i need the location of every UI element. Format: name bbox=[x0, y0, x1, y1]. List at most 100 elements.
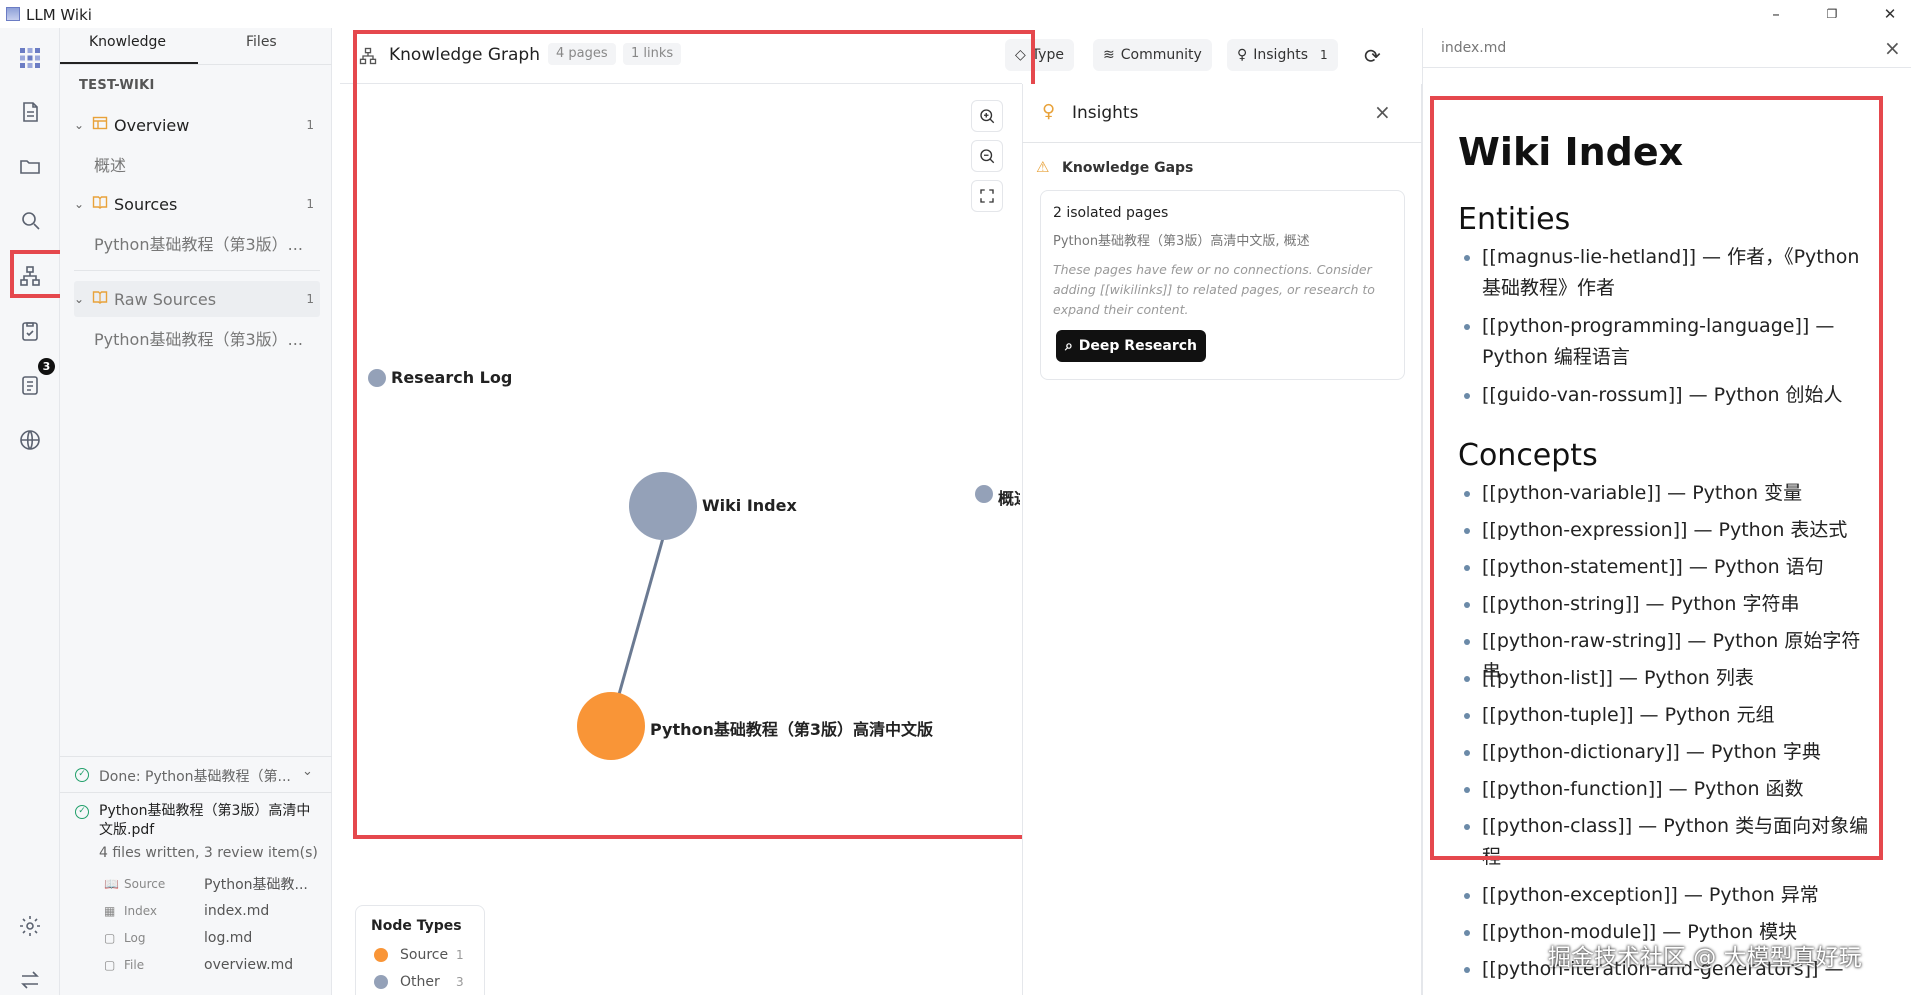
file-value: overview.md bbox=[204, 957, 294, 973]
list-item: [[python-string]] — Python 字符串 bbox=[1464, 589, 1872, 620]
done-check-icon: ✓ bbox=[75, 768, 89, 782]
graph-node-research-log[interactable] bbox=[368, 369, 386, 387]
list-item: [[python-function]] — Python 函数 bbox=[1464, 774, 1872, 805]
file-icon: ▢ bbox=[104, 931, 116, 945]
chevron-down-icon: ⌄ bbox=[74, 197, 85, 211]
folder-icon[interactable] bbox=[12, 148, 48, 184]
processed-file-name: Python基础教程（第3版）高清中文版.pdf bbox=[99, 803, 311, 838]
concepts-heading: Concepts bbox=[1458, 438, 1598, 473]
card-note: These pages have few or no connections. … bbox=[1053, 262, 1375, 317]
status-done-text: Done: Python基础教程（第... bbox=[99, 769, 291, 785]
list-item: [[python-tuple]] — Python 元组 bbox=[1464, 700, 1872, 731]
type-filter-button[interactable]: ◇ Type bbox=[1005, 39, 1074, 71]
file-value: index.md bbox=[204, 903, 270, 919]
tab-knowledge[interactable]: Knowledge bbox=[89, 34, 166, 60]
chevron-down-icon[interactable]: ⌄ bbox=[302, 764, 313, 779]
tree-group-count: 1 bbox=[306, 118, 314, 132]
tree-group-overview[interactable]: ⌄ Overview 1 bbox=[74, 111, 324, 139]
tree-group-count: 1 bbox=[306, 197, 314, 211]
graph-canvas[interactable] bbox=[340, 84, 1022, 995]
close-icon[interactable]: × bbox=[1884, 36, 1901, 60]
graph-title: Knowledge Graph bbox=[389, 45, 540, 65]
app-logo-icon bbox=[6, 7, 20, 21]
node-label-research-log: Research Log bbox=[391, 368, 513, 387]
legend-count-source: 1 bbox=[456, 948, 464, 962]
community-label: Community bbox=[1120, 47, 1202, 63]
list-item: [[python-dictionary]] — Python 字典 bbox=[1464, 737, 1872, 768]
card-pages: Python基础教程（第3版）高清中文版, 概述 bbox=[1053, 234, 1310, 249]
output-file-index[interactable]: ▦ Index index.md bbox=[104, 900, 314, 922]
deep-research-label: Deep Research bbox=[1078, 338, 1198, 354]
legend-label-source: Source bbox=[400, 947, 449, 963]
switch-arrows-icon[interactable] bbox=[12, 962, 48, 995]
list-item: [[python-list]] — Python 列表 bbox=[1464, 663, 1872, 694]
close-window-button[interactable]: ✕ bbox=[1872, 3, 1908, 25]
file-type-label: Index bbox=[124, 904, 158, 918]
graph-edge bbox=[616, 537, 665, 699]
file-type-label: File bbox=[124, 958, 145, 972]
file-type-label: Log bbox=[124, 931, 146, 945]
lightbulb-icon: ♀ bbox=[1237, 47, 1248, 63]
settings-icon[interactable] bbox=[12, 908, 48, 944]
graph-icon[interactable] bbox=[12, 258, 48, 294]
tree-item-source-book[interactable]: Python基础教程（第3版）... bbox=[94, 231, 314, 255]
document-icon[interactable] bbox=[12, 94, 48, 130]
preview-tab-filename[interactable]: index.md bbox=[1441, 40, 1506, 56]
clipboard-check-icon[interactable] bbox=[12, 313, 48, 349]
lightbulb-icon: ♀ bbox=[1042, 101, 1056, 122]
links-count-pill: 1 links bbox=[623, 43, 682, 65]
insights-toggle-button[interactable]: ♀ Insights 1 bbox=[1227, 39, 1338, 71]
tree-group-sources[interactable]: ⌄ Sources 1 bbox=[74, 190, 324, 218]
tree-group-label: Sources bbox=[114, 194, 178, 214]
node-label-overview: 概述 bbox=[998, 489, 1020, 508]
file-done-check-icon: ✓ bbox=[75, 805, 89, 819]
card-title: 2 isolated pages bbox=[1053, 205, 1169, 221]
output-file-log[interactable]: ▢ Log log.md bbox=[104, 927, 314, 949]
list-item: [[python-variable]] — Python 变量 bbox=[1464, 478, 1872, 509]
file-type-label: Source bbox=[124, 877, 166, 891]
refresh-icon[interactable]: ⟳ bbox=[1364, 44, 1381, 68]
graph-icon bbox=[358, 46, 378, 70]
tree-group-count: 1 bbox=[306, 292, 314, 306]
output-file-overview[interactable]: ▢ File overview.md bbox=[104, 954, 314, 976]
legend-swatch-source bbox=[374, 948, 388, 962]
node-label-python-book: Python基础教程（第3版）高清中文版 bbox=[650, 720, 934, 739]
list-item: [[python-expression]] — Python 表达式 bbox=[1464, 515, 1872, 546]
deep-research-button[interactable]: ⌕ Deep Research bbox=[1056, 330, 1206, 362]
list-item: [[python-class]] — Python 类与面向对象编程 bbox=[1464, 811, 1872, 873]
book-icon: 📖 bbox=[104, 877, 119, 891]
tag-icon: ◇ bbox=[1015, 47, 1026, 63]
close-icon[interactable]: × bbox=[1374, 100, 1391, 124]
search-icon[interactable] bbox=[12, 202, 48, 238]
tree-item-overview-page[interactable]: 概述 bbox=[94, 152, 314, 176]
processed-summary: 4 files written, 3 review item(s) bbox=[99, 845, 318, 861]
warning-icon: ⚠ bbox=[1036, 158, 1050, 176]
chevron-down-icon: ⌄ bbox=[74, 118, 85, 132]
book-icon bbox=[92, 289, 114, 309]
legend-label-other: Other bbox=[400, 974, 440, 990]
output-file-source[interactable]: 📖 Source Python基础教... bbox=[104, 873, 314, 895]
wiki-index-heading: Wiki Index bbox=[1458, 130, 1684, 174]
graph-node-overview[interactable] bbox=[975, 485, 993, 503]
layout-icon bbox=[92, 115, 114, 135]
maximize-button[interactable]: ❐ bbox=[1814, 3, 1850, 25]
legend-title: Node Types bbox=[371, 918, 462, 934]
list-item: [[python-exception]] — Python 异常 bbox=[1464, 880, 1872, 911]
file-icon: ▢ bbox=[104, 958, 116, 972]
minimize-button[interactable]: – bbox=[1758, 3, 1794, 25]
legend-swatch-other bbox=[374, 975, 388, 989]
file-value: log.md bbox=[204, 930, 253, 946]
review-count-badge: 3 bbox=[38, 358, 55, 375]
layers-icon: ≋ bbox=[1103, 47, 1115, 63]
list-item: [[python-statement]] — Python 语句 bbox=[1464, 552, 1872, 583]
graph-node-wiki-index[interactable] bbox=[629, 472, 697, 540]
community-button[interactable]: ≋ Community bbox=[1093, 39, 1212, 71]
tree-item-raw-book[interactable]: Python基础教程（第3版）... bbox=[94, 326, 314, 350]
tab-files[interactable]: Files bbox=[246, 34, 277, 60]
globe-icon[interactable] bbox=[12, 422, 48, 458]
tree-group-raw-sources[interactable]: ⌄ Raw Sources 1 bbox=[74, 285, 324, 313]
tree-group-label: Raw Sources bbox=[114, 289, 217, 309]
list-item: [[magnus-lie-hetland]] — 作者，《Python基础教程》… bbox=[1464, 242, 1872, 304]
graph-node-python-book[interactable] bbox=[577, 692, 645, 760]
app-grid-icon[interactable] bbox=[12, 40, 48, 76]
